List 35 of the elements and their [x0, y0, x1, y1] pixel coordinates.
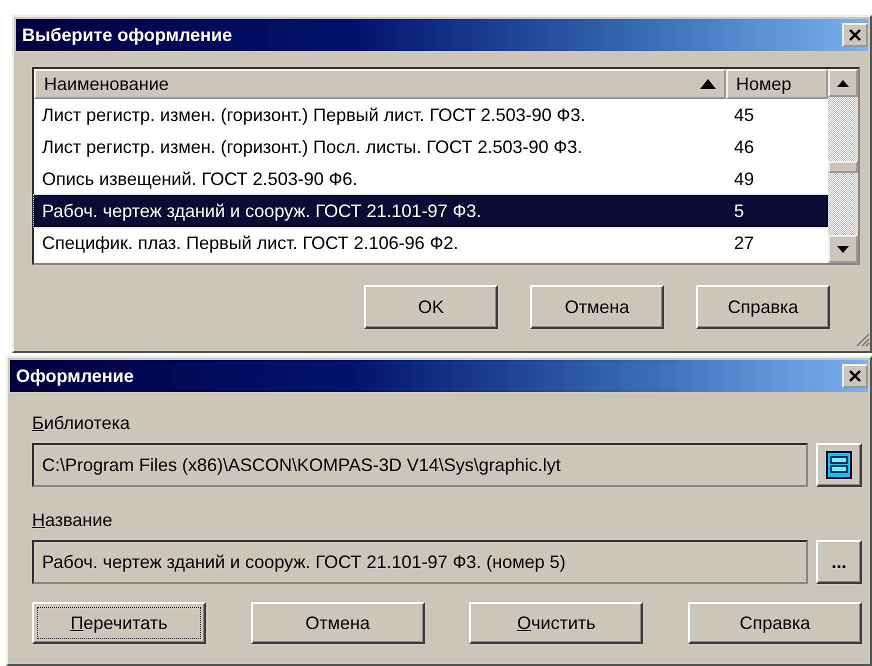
text-field[interactable]: C:\Program Files (x86)\ASCON\KOMPAS-3D V14\Sys\graphic.lyt — [32, 443, 808, 487]
field-label: Библиотека — [32, 412, 131, 435]
dialog-button[interactable]: Перечитать — [32, 602, 206, 644]
up-arrow-icon — [837, 80, 849, 86]
library-button[interactable] — [816, 443, 862, 487]
close-button[interactable] — [842, 23, 868, 47]
dialog-button[interactable]: OK — [364, 285, 498, 329]
text-field[interactable]: Рабоч. чертеж зданий и сооруж. ГОСТ 21.101-97 Ф3. (номер 5) — [32, 540, 808, 584]
list-row[interactable]: Лист регистр. измен. (горизонт.) Первый лист. ГОСТ 2.503-90 Ф3. 45 — [34, 99, 828, 131]
list-row[interactable]: Лист регистр. измен. (горизонт.) Посл. листы. ГОСТ 2.503-90 Ф3. 46 — [34, 131, 828, 163]
close-icon — [848, 28, 862, 42]
scroll-down-button[interactable] — [828, 235, 858, 263]
scrollbar[interactable] — [828, 69, 858, 263]
down-arrow-icon — [837, 246, 849, 252]
close-button[interactable] — [842, 364, 868, 388]
list-row[interactable]: Рабоч. чертеж зданий и сооруж. ГОСТ 21.101-97 Ф3. 5 — [34, 195, 828, 227]
window-title: Выберите оформление — [22, 24, 232, 47]
list-row[interactable]: Опись извещений. ГОСТ 2.503-90 Ф6. 49 — [34, 163, 828, 195]
resize-grip-icon — [854, 331, 870, 347]
window-title: Оформление — [16, 364, 134, 388]
dialog-button[interactable]: Отмена — [250, 602, 425, 644]
dialog-button[interactable]: Отмена — [530, 285, 664, 329]
close-icon — [848, 369, 862, 383]
field-label: Название — [32, 509, 114, 532]
list-row[interactable]: Специфик. плаз. Первый лист. ГОСТ 2.106-96 Ф2. 27 — [34, 227, 828, 259]
dialog-button[interactable]: Справка — [696, 285, 830, 329]
scrollbar-thumb[interactable] — [828, 161, 858, 173]
column-header[interactable]: Наименование — [34, 69, 726, 99]
column-header[interactable]: Номер — [726, 69, 828, 99]
cabinet-icon — [826, 451, 852, 480]
dialog-button[interactable]: Справка — [688, 602, 862, 644]
browse-button[interactable]: ... — [816, 540, 862, 584]
sort-up-icon — [700, 79, 716, 89]
scroll-up-button[interactable] — [828, 69, 858, 97]
dialog-button[interactable]: Очистить — [469, 602, 644, 644]
